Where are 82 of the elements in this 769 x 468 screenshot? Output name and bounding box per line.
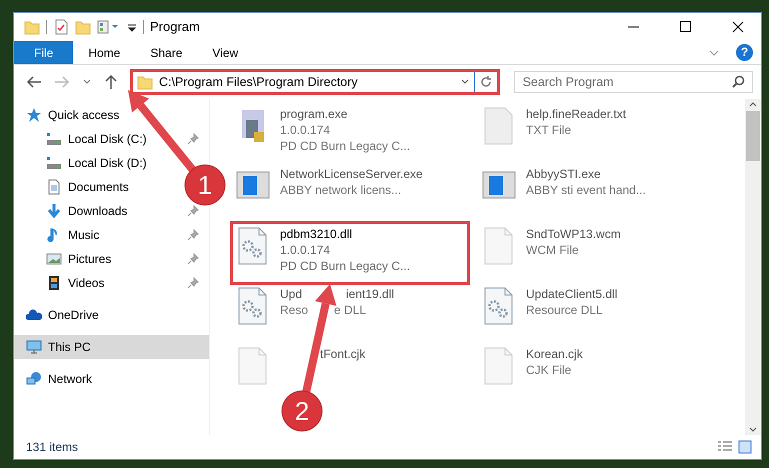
- sidebar-item[interactable]: Pictures: [14, 247, 209, 271]
- file-name: pdbm3210.dll: [280, 226, 352, 242]
- sidebar-item[interactable]: Videos: [14, 271, 209, 295]
- file-detail: ABBY network licens...: [280, 182, 402, 198]
- ribbon-tab[interactable]: Home: [73, 41, 136, 64]
- pin-icon[interactable]: [187, 133, 199, 145]
- sidebar-item[interactable]: Music: [14, 223, 209, 247]
- pin-icon[interactable]: [187, 205, 199, 217]
- customize-toolbar-icon[interactable]: [97, 19, 121, 35]
- document-icon: [46, 179, 62, 195]
- properties-icon[interactable]: [53, 19, 69, 35]
- file-name: program.exe: [280, 106, 348, 122]
- sidebar-item[interactable]: OneDrive: [14, 303, 103, 327]
- cloud-icon: [26, 307, 42, 323]
- maximize-icon[interactable]: [680, 21, 692, 33]
- file-item[interactable]: Upd ient19.dll Reso e DLL: [232, 283, 398, 329]
- pin-icon[interactable]: [187, 277, 199, 289]
- step-number-badge: 1: [184, 164, 226, 206]
- sidebar-item[interactable]: Local Disk (D:): [14, 151, 151, 175]
- file-name: SndToWP13.wcm: [526, 226, 621, 242]
- file-detail: Reso: [280, 302, 308, 318]
- file-detail: WCM File: [526, 242, 579, 258]
- network-icon: [26, 371, 42, 387]
- ribbon-tab[interactable]: Share: [135, 41, 198, 64]
- file-name: Korean.cjk: [526, 346, 583, 362]
- file-item[interactable]: SndToWP13.wcm WCM File: [478, 223, 625, 269]
- file-detail: e DLL: [334, 302, 366, 318]
- window-title: Program: [150, 18, 200, 36]
- search-field[interactable]: Search Program: [514, 71, 753, 93]
- vertical-scrollbar[interactable]: [745, 99, 761, 435]
- file-name: help.fineReader.txt: [526, 106, 626, 122]
- file-name: Upd: [280, 286, 302, 302]
- item-count: 131 items: [26, 439, 78, 456]
- picture-icon: [46, 251, 62, 267]
- back-arrow-icon[interactable]: [26, 75, 42, 89]
- ribbon-tab[interactable]: View: [197, 41, 254, 64]
- file-detail: TXT File: [526, 122, 572, 138]
- file-item[interactable]: UpdateClient5.dll Resource DLL: [478, 283, 622, 329]
- file-name: tFont.cjk: [320, 346, 366, 362]
- file-name: AbbyySTI.exe: [526, 166, 601, 182]
- file-name: UpdateClient5.dll: [526, 286, 618, 302]
- file-detail: 1.0.0.174: [280, 242, 330, 258]
- file-menu-button[interactable]: File: [14, 41, 74, 64]
- star-icon: [26, 107, 42, 123]
- file-item[interactable]: NetworkLicenseServer.exe ABBY network licens...: [232, 163, 427, 209]
- step-number-badge: 2: [282, 390, 322, 432]
- sidebar-item[interactable]: This PC: [14, 335, 209, 359]
- refresh-icon[interactable]: [478, 75, 493, 89]
- up-arrow-icon[interactable]: [104, 74, 118, 90]
- drive-icon: [46, 155, 62, 171]
- large-icons-view-icon[interactable]: [737, 440, 753, 454]
- file-detail: PD CD Burn Legacy C...: [280, 258, 410, 274]
- file-item[interactable]: help.fineReader.txt TXT File: [478, 103, 630, 149]
- help-button[interactable]: ?: [736, 44, 753, 61]
- file-name: NetworkLicenseServer.exe: [280, 166, 423, 182]
- film-icon: [46, 275, 62, 291]
- file-item[interactable]: AbbyySTI.exe ABBY sti event hand...: [478, 163, 650, 209]
- file-name: ient19.dll: [346, 286, 394, 302]
- sidebar-item[interactable]: Documents: [14, 175, 133, 199]
- scroll-thumb[interactable]: [746, 111, 760, 161]
- close-icon[interactable]: [732, 21, 744, 33]
- file-detail: Resource DLL: [526, 302, 603, 318]
- search-icon[interactable]: [731, 75, 745, 89]
- folder-icon: [137, 74, 153, 90]
- monitor-icon: [26, 339, 42, 355]
- file-detail: 1.0.0.174: [280, 122, 330, 138]
- file-item[interactable]: Korean.cjk CJK File: [478, 343, 587, 389]
- sidebar-item[interactable]: Local Disk (C:): [14, 127, 209, 151]
- file-item[interactable]: tFont.cjk: [232, 343, 370, 389]
- file-detail: PD CD Burn Legacy C...: [280, 138, 410, 154]
- file-detail: ABBY sti event hand...: [526, 182, 646, 198]
- sidebar-item[interactable]: Quick access: [14, 103, 124, 127]
- file-item[interactable]: pdbm3210.dll 1.0.0.174 PD CD Burn Legacy C...: [232, 223, 468, 283]
- file-item[interactable]: program.exe 1.0.0.174 PD CD Burn Legacy C...: [232, 103, 414, 157]
- drive-icon: [46, 131, 62, 147]
- pin-icon[interactable]: [187, 253, 199, 265]
- address-field[interactable]: C:\Program Files\Program Directory: [130, 69, 500, 95]
- download-arrow-icon: [46, 203, 62, 219]
- pin-icon[interactable]: [187, 229, 199, 241]
- address-path: C:\Program Files\Program Directory: [158, 74, 359, 91]
- file-detail: CJK File: [526, 362, 572, 378]
- sidebar-item[interactable]: Network: [14, 367, 96, 391]
